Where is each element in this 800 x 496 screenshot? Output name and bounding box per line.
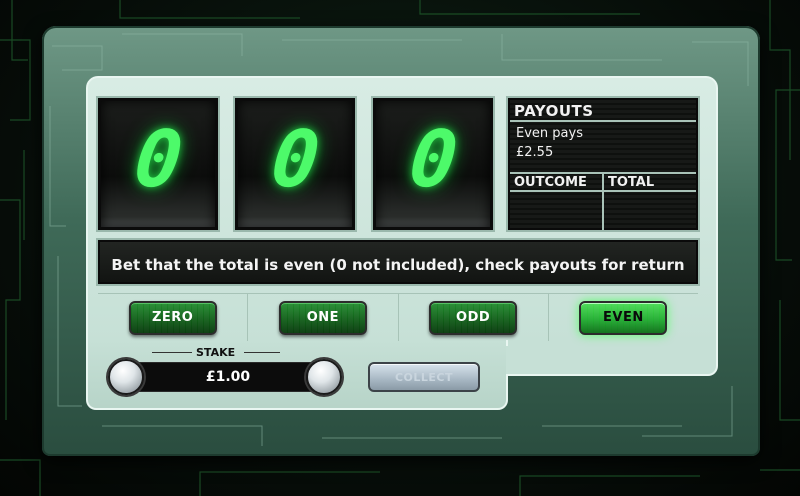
bet-one-button[interactable]: ONE (278, 300, 367, 335)
stake-label: STAKE (196, 346, 236, 359)
reel-2: 0 (235, 98, 355, 230)
payouts-title: PAYOUTS (510, 100, 696, 122)
payouts-line-1: Even pays (516, 126, 583, 141)
stake-divider-right (244, 352, 280, 353)
bet-cell-odd: ODD (399, 294, 549, 341)
stake-divider-left (152, 352, 192, 353)
payouts-table: OUTCOME TOTAL (510, 172, 696, 230)
payouts-table-header: OUTCOME TOTAL (510, 174, 696, 192)
payouts-table-body (510, 192, 696, 230)
message-bar: Bet that the total is even (0 not includ… (98, 240, 698, 284)
game-panel-step (506, 346, 718, 376)
payouts-line-2: £2.55 (516, 145, 554, 160)
stake-decrease-button[interactable] (108, 359, 144, 395)
outcome-cell (510, 192, 604, 230)
bet-cell-even: EVEN (549, 294, 698, 341)
bet-odd-button[interactable]: ODD (429, 300, 518, 335)
payouts-panel: PAYOUTS Even pays £2.55 OUTCOME TOTAL (508, 98, 698, 230)
bet-cell-one: ONE (248, 294, 399, 341)
stake-increase-button[interactable] (306, 359, 342, 395)
stake-value: £1.00 (138, 362, 318, 392)
reel-3: 0 (373, 98, 493, 230)
total-column-header: TOTAL (608, 175, 655, 190)
collect-button[interactable]: COLLECT (368, 362, 480, 392)
bet-zero-button[interactable]: ZERO (128, 300, 217, 335)
reel-digit: 0 (129, 115, 187, 205)
payouts-description: Even pays £2.55 (510, 122, 696, 170)
outcome-column-header: OUTCOME (510, 174, 604, 190)
reel-digit: 0 (404, 115, 462, 205)
bet-even-button[interactable]: EVEN (579, 300, 668, 335)
reel-1: 0 (98, 98, 218, 230)
bet-cell-zero: ZERO (98, 294, 249, 341)
bet-options: ZERO ONE ODD EVEN (98, 293, 698, 341)
reel-digit: 0 (266, 115, 324, 205)
